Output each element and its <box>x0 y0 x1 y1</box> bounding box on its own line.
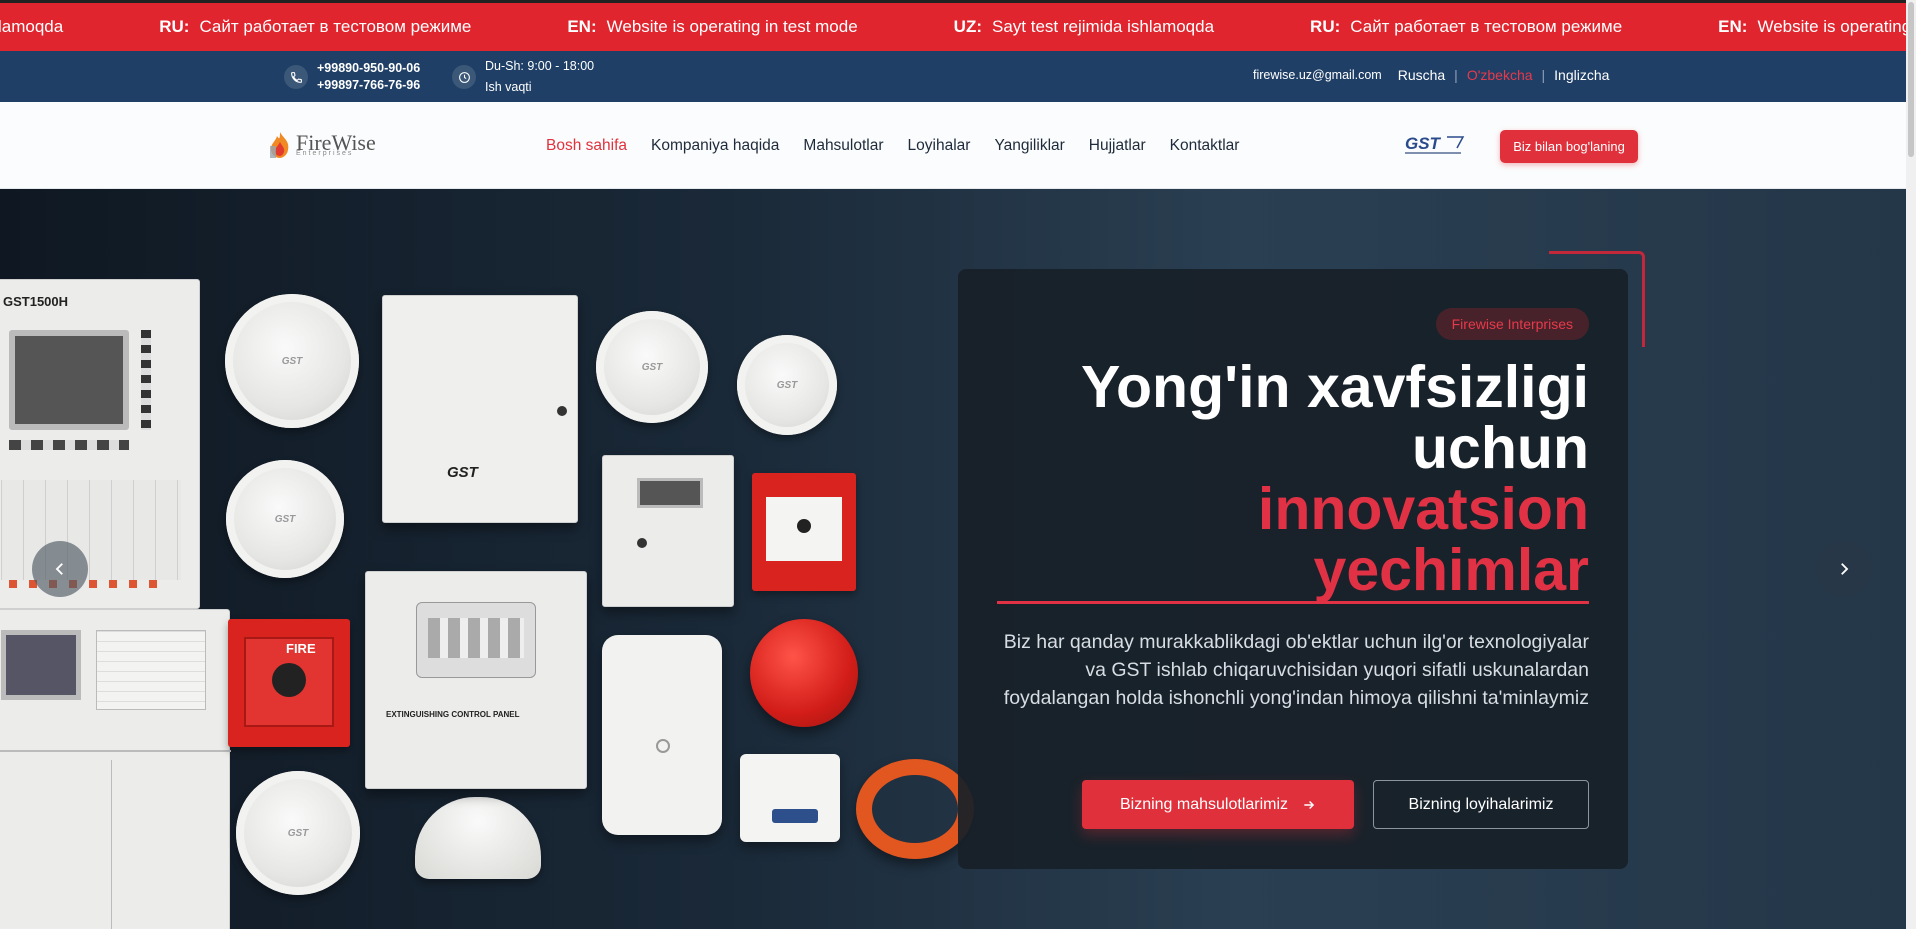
ticker-text: Sayt test rejimida ishlamoqda <box>992 17 1215 36</box>
detector-brand: GST <box>287 827 309 839</box>
ticker-text: Website is operating in test mode <box>606 17 858 36</box>
announcement-ticker: lamoqda RU: Сайт работает в тестовом режи… <box>0 0 1906 51</box>
detector-brand: GST <box>776 379 798 391</box>
hero-badge: Firewise Interprises <box>1435 308 1589 340</box>
working-hours-label: Ish vaqti <box>485 80 532 94</box>
clock-icon <box>452 65 476 89</box>
hero-product-image: GST1500H GST GST GST GST GST GST EXTINGU… <box>0 189 1000 929</box>
ticker-lang: UZ: <box>953 17 982 36</box>
ticker-text: Сайт работает в тестовом режиме <box>1350 17 1623 36</box>
chevron-right-icon <box>1841 563 1849 575</box>
detector-brand: GST <box>274 513 296 525</box>
module-box <box>602 455 734 607</box>
gas-detector <box>602 635 722 835</box>
extinguishing-control-panel: EXTINGUISHING CONTROL PANEL <box>365 571 587 789</box>
contact-us-button[interactable]: Biz bilan bog'laning <box>1500 130 1638 163</box>
nav-about[interactable]: Kompaniya haqida <box>651 137 779 155</box>
ticker-item: RU: Сайт работает в тестовом режиме <box>159 17 567 37</box>
phone-block[interactable]: +99890-950-90-06 +99897-766-76-96 <box>284 60 420 94</box>
slider-prev-button[interactable] <box>32 541 88 597</box>
ticker-text: Website is operating i <box>1757 17 1906 36</box>
page-scrollbar[interactable] <box>1906 0 1916 929</box>
lang-separator: | <box>1454 67 1458 83</box>
our-projects-button[interactable]: Bizning loyihalarimiz <box>1373 780 1589 829</box>
fire-bell <box>750 619 858 727</box>
ticker-item: UZ: Sayt test rejimida ishlamoqda <box>954 17 1310 37</box>
email-link[interactable]: firewise.uz@gmail.com <box>1253 68 1382 82</box>
lang-english[interactable]: Inglizcha <box>1554 67 1609 83</box>
nav-links: Bosh sahifa Kompaniya haqida Mahsulotlar… <box>546 137 1239 155</box>
ticker-lang: RU: <box>159 17 190 36</box>
cable-coil <box>856 759 974 859</box>
nav-projects[interactable]: Loyihalar <box>908 137 971 155</box>
ticker-track: lamoqda RU: Сайт работает в тестовом режи… <box>0 17 1906 37</box>
phone-number-1[interactable]: +99890-950-90-06 <box>317 60 420 77</box>
headline-accent-1: innovatsion <box>1257 476 1589 542</box>
our-products-label: Bizning mahsulotlarimiz <box>1119 795 1289 813</box>
smoke-detector: GST <box>236 771 360 895</box>
ticker-lang: RU: <box>1310 17 1341 36</box>
panel-label: GST1500H <box>3 294 69 309</box>
phone-number-2[interactable]: +99897-766-76-96 <box>317 77 420 94</box>
smoke-detector: GST <box>226 460 344 578</box>
ticker-text: lamoqda <box>0 17 64 36</box>
detector-brand: GST <box>281 355 303 367</box>
arrow-right-icon <box>1304 800 1315 809</box>
headline-underline <box>997 601 1589 604</box>
control-cabinet <box>0 609 231 929</box>
manual-release-button <box>752 473 856 591</box>
headline-accent-2: yechimlar <box>1313 537 1590 603</box>
lang-uzbek[interactable]: O'zbekcha <box>1467 67 1533 83</box>
our-products-button[interactable]: Bizning mahsulotlarimiz <box>1082 780 1354 829</box>
ticker-item: EN: Website is operating i <box>1718 17 1906 37</box>
enclosure-brand: GST <box>447 464 478 481</box>
main-navbar: FireWise Enterprises Bosh sahifa Kompani… <box>0 102 1906 189</box>
smoke-detector: GST <box>596 311 708 423</box>
ticker-lang: EN: <box>567 17 597 36</box>
hours-block: Du-Sh: 9:00 - 18:00 Ish vaqti <box>452 56 594 98</box>
lang-russian[interactable]: Ruscha <box>1398 67 1445 83</box>
hero-headline: Yong'in xavfsizligi uchun innovatsion ye… <box>1029 357 1589 601</box>
hero-content-card: Firewise Interprises Yong'in xavfsizligi… <box>958 269 1628 869</box>
manual-call-point: FIRE <box>228 619 350 747</box>
gst-partner-logo: GST <box>1405 134 1465 154</box>
fire-label: FIRE <box>286 641 316 656</box>
lang-separator: | <box>1541 67 1546 83</box>
gst-logo-text: GST <box>1405 134 1442 153</box>
working-hours: Du-Sh: 9:00 - 18:00 <box>485 59 595 73</box>
ticker-item: lamoqda <box>0 17 159 37</box>
headline-line-1: Yong'in xavfsizligi <box>1081 354 1589 420</box>
nav-documents[interactable]: Hujjatlar <box>1089 137 1146 155</box>
enclosure-box: GST <box>382 295 578 523</box>
scrollbar-thumb[interactable] <box>1908 2 1914 157</box>
heat-detector <box>415 797 541 879</box>
fire-alarm-panel: GST1500H <box>0 279 200 609</box>
ticker-item: EN: Website is operating in test mode <box>567 17 953 37</box>
nav-home[interactable]: Bosh sahifa <box>546 137 627 155</box>
phone-icon <box>284 65 308 89</box>
hero-slider: GST1500H GST GST GST GST GST GST EXTINGU… <box>0 189 1906 929</box>
control-panel-label: EXTINGUISHING CONTROL PANEL <box>386 710 520 719</box>
smoke-detector: GST <box>737 335 837 435</box>
hero-description: Biz har qanday murakkablikdagi ob'ektlar… <box>1003 631 1589 709</box>
ticker-item: RU: Сайт работает в тестовом режиме <box>1310 17 1718 37</box>
contact-info-bar: +99890-950-90-06 +99897-766-76-96 Du-Sh:… <box>0 51 1906 102</box>
info-right: firewise.uz@gmail.com Ruscha | O'zbekcha… <box>1253 67 1906 83</box>
ticker-lang: EN: <box>1718 17 1748 36</box>
flame-logo-icon <box>270 132 289 158</box>
nav-products[interactable]: Mahsulotlar <box>803 137 883 155</box>
nav-news[interactable]: Yangiliklar <box>994 137 1064 155</box>
chevron-left-icon <box>55 563 63 575</box>
ticker-text: Сайт работает в тестовом режиме <box>199 17 472 36</box>
slider-next-button[interactable] <box>1816 541 1872 597</box>
headline-line-2: uchun <box>1412 415 1589 481</box>
detector-brand: GST <box>641 361 663 373</box>
nav-contacts[interactable]: Kontaktlar <box>1170 137 1240 155</box>
smoke-detector: GST <box>225 294 359 428</box>
site-logo[interactable]: FireWise Enterprises <box>268 130 376 160</box>
input-module <box>740 754 840 842</box>
